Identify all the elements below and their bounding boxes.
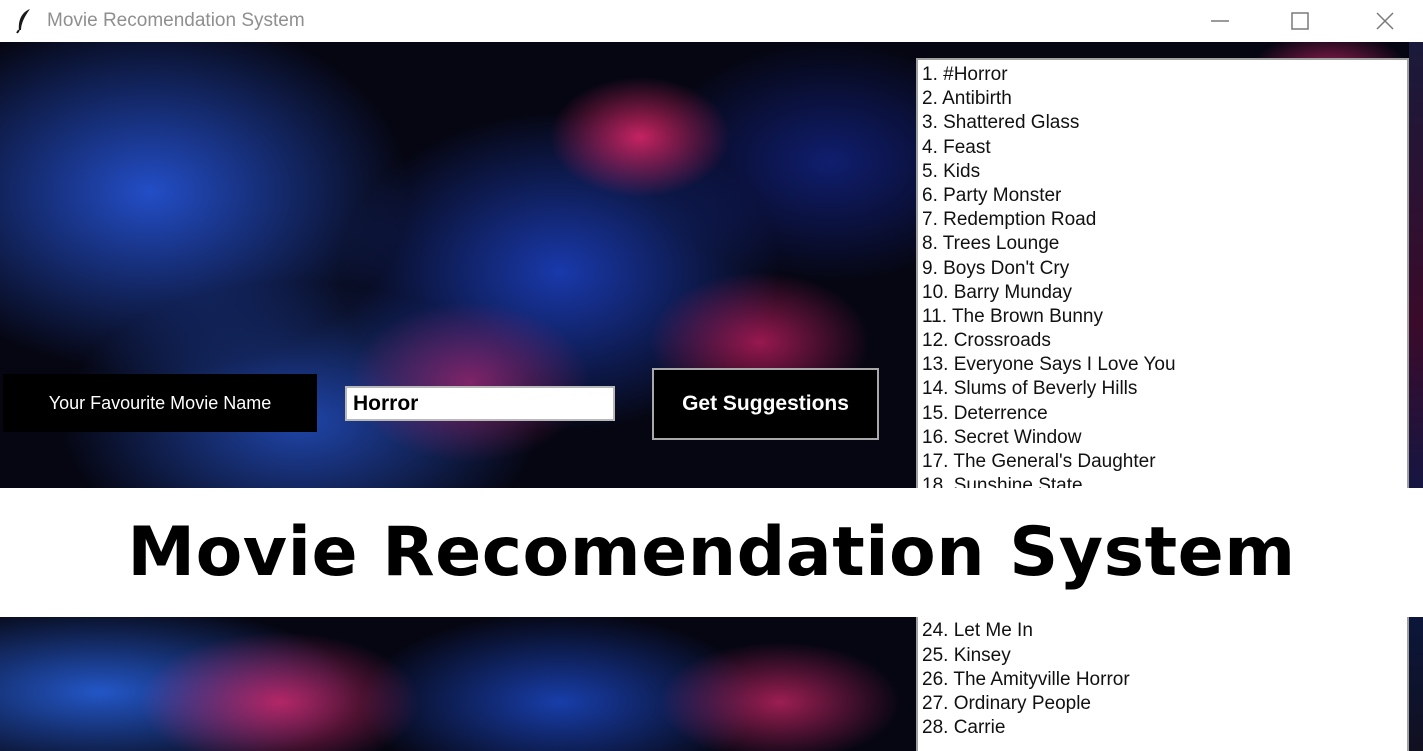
app-window: Your Favourite Movie Name Get Suggestion… (0, 42, 1423, 751)
maximize-button[interactable] (1270, 0, 1330, 42)
list-item[interactable]: 8. Trees Lounge (918, 232, 1407, 256)
list-item[interactable]: 24. Let Me In (918, 619, 1407, 643)
suggestions-listbox[interactable]: 1. #Horror 2. Antibirth 3. Shattered Glass… (916, 58, 1409, 751)
list-item[interactable]: 4. Feast (918, 136, 1407, 160)
window-title: Movie Recomendation System (47, 10, 305, 31)
list-item[interactable]: 1. #Horror (918, 63, 1407, 87)
list-item[interactable]: 2. Antibirth (918, 87, 1407, 111)
list-item[interactable]: 11. The Brown Bunny (918, 305, 1407, 329)
list-item[interactable]: 6. Party Monster (918, 184, 1407, 208)
banner-title: Movie Recomendation System (127, 513, 1296, 592)
list-item[interactable]: 26. The Amityville Horror (918, 668, 1407, 692)
list-item[interactable]: 5. Kids (918, 160, 1407, 184)
close-icon (1376, 12, 1394, 30)
list-item[interactable]: 9. Boys Don't Cry (918, 257, 1407, 281)
list-item[interactable]: 3. Shattered Glass (918, 111, 1407, 135)
feather-icon (16, 9, 30, 34)
minimize-button[interactable] (1190, 0, 1250, 42)
list-item[interactable]: 14. Slums of Beverly Hills (918, 377, 1407, 401)
list-item[interactable]: 16. Secret Window (918, 426, 1407, 450)
list-item[interactable]: 17. The General's Daughter (918, 450, 1407, 474)
get-suggestions-button[interactable]: Get Suggestions (652, 368, 879, 440)
close-button[interactable] (1355, 0, 1415, 42)
favourite-movie-label: Your Favourite Movie Name (3, 374, 317, 432)
maximize-icon (1291, 12, 1309, 30)
background-strip (1409, 42, 1423, 751)
list-item[interactable]: 10. Barry Munday (918, 281, 1407, 305)
title-banner: Movie Recomendation System (0, 488, 1423, 617)
list-item[interactable]: 12. Crossroads (918, 329, 1407, 353)
movie-name-input[interactable] (345, 386, 615, 421)
list-item[interactable]: 13. Everyone Says I Love You (918, 353, 1407, 377)
title-bar: Movie Recomendation System (0, 0, 1423, 42)
list-item[interactable]: 27. Ordinary People (918, 692, 1407, 716)
list-item[interactable]: 15. Deterrence (918, 402, 1407, 426)
list-item[interactable]: 28. Carrie (918, 716, 1407, 740)
list-item[interactable]: 7. Redemption Road (918, 208, 1407, 232)
list-item[interactable]: 25. Kinsey (918, 644, 1407, 668)
minimize-icon (1211, 20, 1229, 22)
